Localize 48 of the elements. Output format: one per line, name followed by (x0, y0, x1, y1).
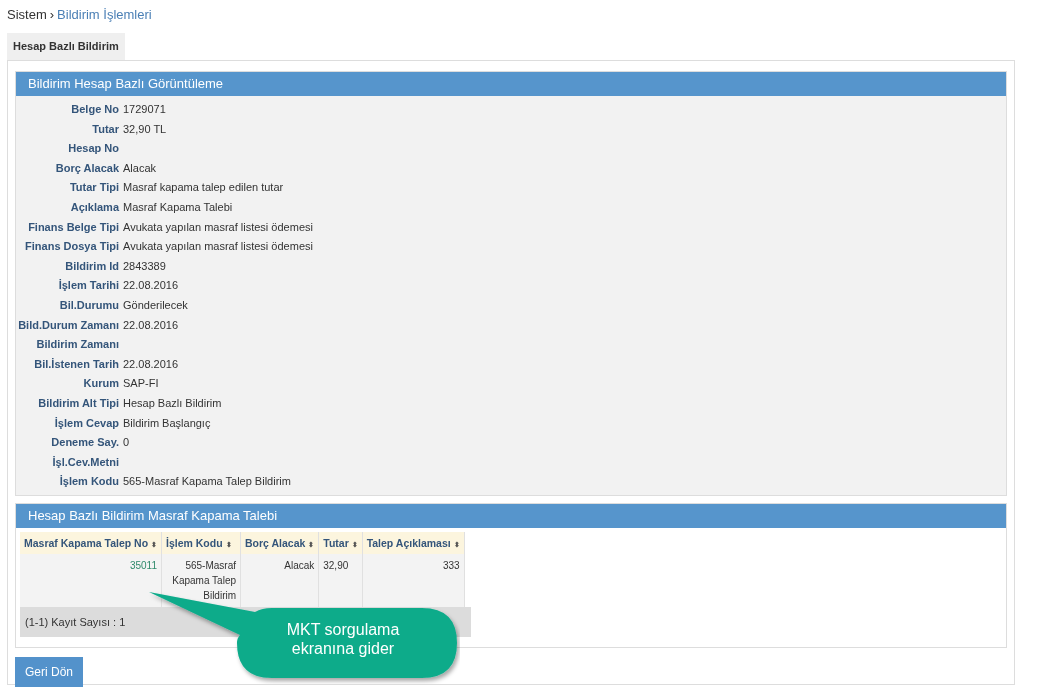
field-value: 1729071 (123, 102, 167, 117)
field-label: Tutar Tipi (68, 180, 119, 196)
field-label: Bildirim Zamanı (35, 337, 119, 353)
panel-header: Bildirim Hesap Bazlı Görüntüleme (16, 72, 1006, 96)
field-label: İşlem Cevap (53, 415, 119, 431)
field-label: Deneme Say. (50, 435, 119, 451)
field-label: Finans Dosya Tipi (24, 239, 119, 255)
field-label: Bild.Durum Zamanı (17, 317, 119, 333)
tab[interactable]: Hesap Bazlı Bildirim (7, 33, 125, 60)
field-label: Hesap No (67, 141, 119, 157)
field-label: Bil.Durumu (58, 297, 119, 313)
field-value: Masraf Kapama Talebi (123, 199, 234, 215)
breadcrumb-link[interactable]: Sistem (7, 6, 47, 22)
field-value: Hesap Bazlı Bildirim (123, 395, 223, 411)
field-label: Açıklama (69, 199, 119, 215)
field-label: Belge No (70, 102, 119, 117)
field-label: Bil.İstenen Tarih (33, 356, 119, 372)
field-label: Borç Alacak (54, 160, 119, 176)
field-label: İşlem Tarihi (57, 278, 119, 294)
table-cell: Alacak (240, 553, 319, 607)
breadcrumb-separator: › (49, 6, 55, 22)
field-label: Bildirim Alt Tipi (37, 395, 119, 411)
field-value: 2843389 (123, 258, 167, 274)
field-label: Finans Belge Tipi (27, 219, 119, 235)
callout-text: MKT sorgulama ekranına gider (285, 620, 401, 658)
field-value: 0 (123, 435, 131, 451)
field-label: İşl.Cev.Metni (51, 454, 119, 470)
field-value: 565-Masraf Kapama Talep Bildirim (123, 474, 292, 490)
field-value: 22.08.2016 (123, 278, 180, 294)
table-link[interactable]: 35011 (20, 553, 162, 607)
breadcrumb-current: Bildirim İşlemleri (57, 6, 152, 22)
field-label: İşlem Kodu (58, 474, 119, 490)
field-value: 22.08.2016 (123, 317, 180, 333)
field-label: Tutar (91, 121, 119, 137)
field-value: SAP-FI (123, 376, 160, 392)
field-value: Alacak (123, 160, 158, 176)
table-cell: 32,90 (318, 553, 363, 607)
field-value: 22.08.2016 (123, 356, 180, 372)
field-value: Bildirim Başlangıç (123, 415, 212, 431)
field-value: Avukata yapılan masraf listesi ödemesi (123, 219, 314, 235)
field-value: Gönderilecek (123, 297, 189, 313)
field-label: Kurum (82, 376, 119, 392)
panel-header: Hesap Bazlı Bildirim Masraf Kapama Talebi (16, 503, 1006, 528)
field-label: Bildirim Id (64, 258, 119, 274)
field-value: Masraf kapama talep edilen tutar (123, 180, 285, 196)
table-cell: 333 (362, 553, 465, 607)
field-value: Avukata yapılan masraf listesi ödemesi (123, 239, 314, 255)
field-value: 32,90 TL (123, 121, 168, 137)
